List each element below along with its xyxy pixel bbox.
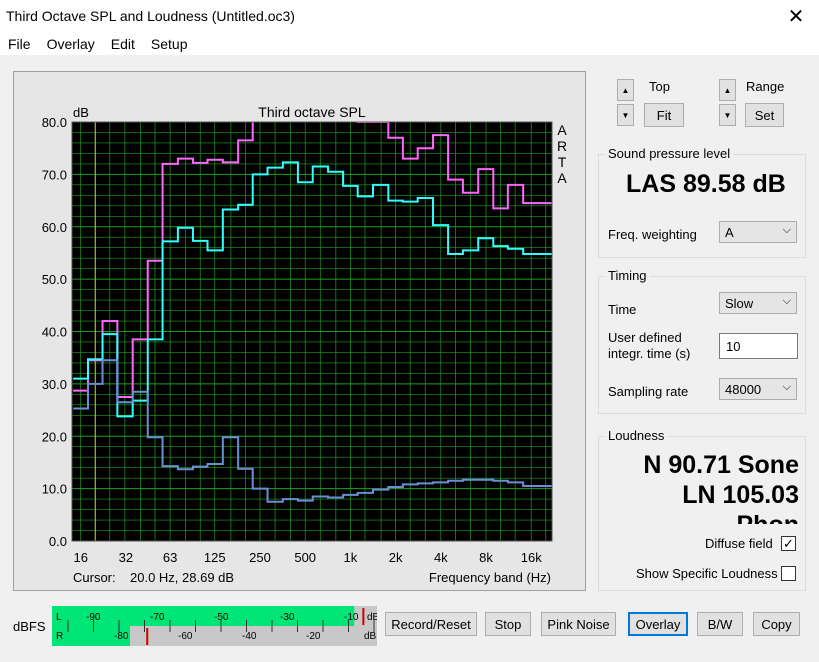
meter-bottom-tick: R [56,631,63,642]
y-tick-label: 0.0 [49,534,67,549]
overlay-button[interactable]: Overlay [628,612,688,636]
top-up-arrow-icon[interactable]: ▲ [617,79,634,101]
chevron-down-icon: ⌵ [782,381,791,393]
close-icon[interactable]: ✕ [773,0,819,33]
loudness-sone-value: N 90.71 Sone [643,451,799,479]
integr-time-input[interactable]: 10 [719,333,798,359]
specific-loudness-label: Show Specific Loudness [636,566,778,581]
menu-edit[interactable]: Edit [103,33,143,55]
meter-top-tick: dB [367,612,377,623]
top-down-arrow-icon[interactable]: ▼ [617,104,634,126]
window-title: Third Octave SPL and Loudness (Untitled.… [6,8,295,24]
chevron-down-icon: ⌵ [782,224,791,236]
meter-top-tick: L [56,612,62,623]
meter-top-tick: -70 [150,612,165,623]
x-tick-label: 2k [389,550,403,565]
user-time-label-2: integr. time (s) [608,346,691,361]
x-tick-label: 4k [434,550,448,565]
user-time-label-1: User defined [608,330,682,345]
meter-top-tick: -30 [280,612,295,623]
set-button[interactable]: Set [745,103,784,127]
menu-file[interactable]: File [0,33,39,55]
spl-group-title: Sound pressure level [605,146,734,161]
x-tick-label: 125 [204,550,226,565]
range-up-arrow-icon[interactable]: ▲ [719,79,736,101]
cursor-label: Cursor: [73,570,116,585]
chart-title: Third octave SPL [258,104,366,120]
title-bar: Third Octave SPL and Loudness (Untitled.… [0,0,819,33]
chart-panel: 0.0 10.0 20.0 30.0 40.0 50.0 60.0 70.0 80.0 16 32 6… [13,71,586,591]
freq-weighting-value: A [725,225,734,240]
diffuse-field-label: Diffuse field [705,536,773,551]
loudness-phon-unit: Phon [737,511,800,524]
meter-top-tick: -10 [344,612,359,623]
freq-weighting-label: Freq. weighting [608,227,697,242]
time-select[interactable]: Slow ⌵ [719,292,797,314]
pink-noise-button[interactable]: Pink Noise [541,612,616,636]
y-tick-label: 70.0 [42,167,67,182]
cursor-value: 20.0 Hz, 28.69 dB [130,570,234,585]
x-axis-label: Frequency band (Hz) [429,570,551,585]
x-tick-label: 250 [249,550,271,565]
chevron-down-icon: ⌵ [782,295,791,307]
x-tick-label: 8k [479,550,493,565]
record-reset-button[interactable]: Record/Reset [385,612,477,636]
dbfs-label: dBFS [13,619,46,634]
level-meter: L -90 -70 -50 -30 -10 dB R -80 -60 -40 -20 dB [52,606,380,646]
third-octave-chart[interactable]: 0.0 10.0 20.0 30.0 40.0 50.0 60.0 70.0 80.0 16 32 6… [14,72,585,590]
menu-setup[interactable]: Setup [143,33,196,55]
stop-button[interactable]: Stop [485,612,531,636]
y-axis-label: dB [73,105,89,120]
range-label: Range [746,79,785,94]
loudness-group-title: Loudness [605,428,668,443]
meter-left-peak [362,608,365,625]
y-tick-label: 50.0 [42,272,67,287]
x-tick-label: 16 [73,550,87,565]
y-tick-label: 30.0 [42,377,67,392]
y-tick-label: 10.0 [42,482,67,497]
y-tick-label: 80.0 [42,115,67,130]
freq-weighting-select[interactable]: A ⌵ [719,221,797,243]
copy-button[interactable]: Copy [753,612,800,636]
y-tick-label: 60.0 [42,220,67,235]
menu-overlay[interactable]: Overlay [39,33,103,55]
x-tick-label: 500 [294,550,316,565]
y-tick-label: 40.0 [42,325,67,340]
y-tick-label: 20.0 [42,429,67,444]
loudness-display: N 90.71 Sone LN 105.03 Phon [599,446,805,524]
spl-value: LAS 89.58 dB [626,170,786,198]
x-tick-label: 1k [344,550,358,565]
fit-button[interactable]: Fit [644,103,684,127]
timing-group-title: Timing [605,268,650,283]
arta-watermark-letter: R [557,138,567,154]
arta-watermark-letter: A [557,122,567,138]
top-label: Top [649,79,670,94]
menu-bar: File Overlay Edit Setup [0,33,819,55]
meter-bottom-tick: -80 [114,631,129,642]
x-tick-label: 32 [119,550,133,565]
arta-watermark-letter: A [557,170,567,186]
sampling-rate-label: Sampling rate [608,384,689,399]
meter-bottom-tick: dB [364,631,377,642]
time-label: Time [608,302,637,317]
sampling-rate-value: 48000 [725,382,762,397]
meter-bottom-tick: -60 [178,631,193,642]
sampling-rate-select[interactable]: 48000 ⌵ [719,378,797,400]
bw-button[interactable]: B/W [697,612,743,636]
meter-bottom-tick: -20 [306,631,321,642]
x-tick-label: 16k [521,550,542,565]
time-value: Slow [725,296,754,311]
meter-bottom-tick: -40 [242,631,257,642]
meter-right-peak [146,628,149,645]
arta-watermark-letter: T [558,154,567,170]
range-down-arrow-icon[interactable]: ▼ [719,104,736,126]
x-tick-label: 63 [163,550,177,565]
diffuse-field-checkbox[interactable]: ✓ [781,536,796,551]
specific-loudness-checkbox[interactable] [781,566,796,581]
loudness-ln-value: LN 105.03 [682,481,799,509]
level-meter-graphic: L -90 -70 -50 -30 -10 dBR -80 -60 -40 -20 dB [52,606,380,646]
